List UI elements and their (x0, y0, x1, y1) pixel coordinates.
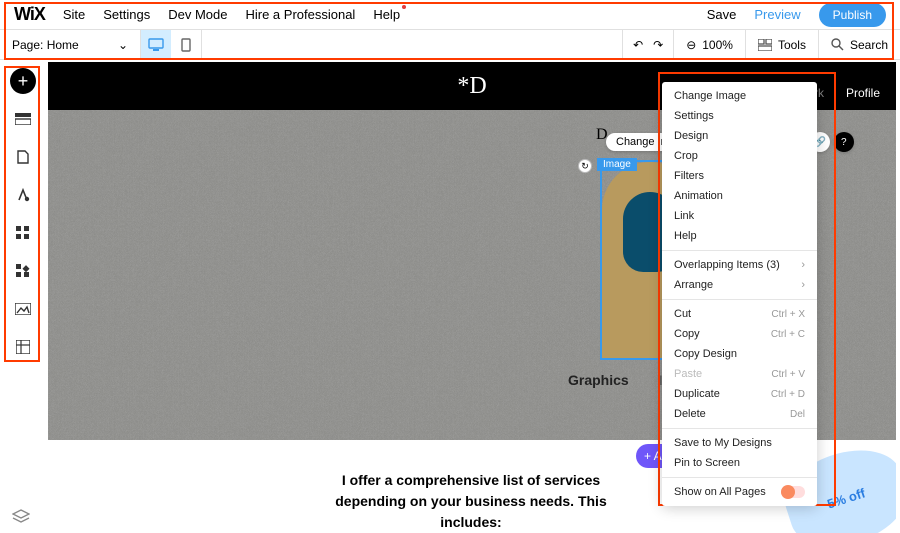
pages-button[interactable] (10, 144, 36, 170)
search-icon (831, 38, 844, 51)
editor-canvas[interactable]: *D Home Work Profile D Change Im ⚙ ✎ ⧉ ◧… (48, 62, 896, 533)
ctx-arrange[interactable]: Arrange› (662, 275, 817, 295)
design-button[interactable] (10, 182, 36, 208)
help-pill[interactable]: ? (834, 132, 854, 152)
ctx-save-designs[interactable]: Save to My Designs (662, 433, 817, 453)
ctx-help[interactable]: Help (662, 226, 817, 246)
ctx-duplicate[interactable]: DuplicateCtrl + D (662, 384, 817, 404)
preview-button[interactable]: Preview (754, 7, 800, 22)
publish-button[interactable]: Publish (819, 3, 886, 27)
apps-button[interactable] (10, 220, 36, 246)
ctx-copy-design[interactable]: Copy Design (662, 344, 817, 364)
chevron-down-icon: ⌄ (118, 38, 128, 52)
selection-type-badge: Image (597, 158, 637, 171)
tools-label: Tools (778, 38, 806, 52)
menu-help[interactable]: Help (373, 7, 400, 22)
menu-settings[interactable]: Settings (103, 7, 150, 22)
save-button[interactable]: Save (707, 7, 737, 22)
wix-logo: WiX (14, 4, 45, 25)
ctx-cut[interactable]: CutCtrl + X (662, 304, 817, 324)
tools-button[interactable]: Tools (745, 30, 818, 59)
app-subbar: Page: Home ⌄ ↶ ↷ ⊖ 100% Tools Search (0, 30, 900, 60)
my-business-button[interactable] (10, 258, 36, 284)
ctx-crop[interactable]: Crop (662, 146, 817, 166)
mobile-icon (181, 38, 191, 52)
services-line: I offer a comprehensive list of services (342, 472, 600, 488)
search-button[interactable]: Search (818, 30, 900, 59)
ctx-change-image[interactable]: Change Image (662, 86, 817, 106)
ctx-animation[interactable]: Animation (662, 186, 817, 206)
ctx-filters[interactable]: Filters (662, 166, 817, 186)
zoom-out-icon: ⊖ (686, 38, 696, 52)
chevron-right-icon: › (801, 259, 805, 271)
menu-hire[interactable]: Hire a Professional (245, 7, 355, 22)
ctx-overlapping[interactable]: Overlapping Items (3)› (662, 255, 817, 275)
device-switcher (140, 30, 202, 59)
redo-button[interactable]: ↷ (653, 38, 663, 52)
left-tool-rail: + (8, 68, 38, 360)
services-line: includes: (440, 514, 501, 530)
mobile-view-button[interactable] (171, 30, 201, 59)
zoom-value: 100% (702, 38, 733, 52)
desktop-icon (148, 38, 164, 52)
ctx-paste: PasteCtrl + V (662, 364, 817, 384)
services-text: I offer a comprehensive list of services… (296, 470, 646, 533)
ctx-design[interactable]: Design (662, 126, 817, 146)
site-brand: *D (457, 73, 486, 100)
ctx-link[interactable]: Link (662, 206, 817, 226)
caption-graphics: Graphics (568, 372, 629, 388)
content-manager-button[interactable] (10, 334, 36, 360)
tools-icon (758, 39, 772, 51)
add-element-button[interactable]: + (10, 68, 36, 94)
sections-button[interactable] (10, 106, 36, 132)
undo-button[interactable]: ↶ (633, 38, 643, 52)
history-controls: ↶ ↷ (622, 30, 673, 59)
rotate-handle[interactable]: ↻ (578, 159, 592, 173)
ctx-pin[interactable]: Pin to Screen (662, 453, 817, 473)
menu-devmode[interactable]: Dev Mode (168, 7, 227, 22)
page-selector-label: Page: Home (12, 38, 79, 52)
services-line: depending on your business needs. This (335, 493, 606, 509)
show-all-toggle[interactable] (781, 486, 805, 498)
media-button[interactable] (10, 296, 36, 322)
ctx-copy[interactable]: CopyCtrl + C (662, 324, 817, 344)
menu-site[interactable]: Site (63, 7, 85, 22)
layers-button[interactable] (12, 509, 30, 525)
zoom-control[interactable]: ⊖ 100% (673, 30, 745, 59)
nav-profile[interactable]: Profile (846, 86, 880, 100)
context-menu: Change Image Settings Design Crop Filter… (662, 82, 817, 506)
page-selector[interactable]: Page: Home ⌄ (0, 30, 140, 59)
app-menubar: WiX Site Settings Dev Mode Hire a Profes… (0, 0, 900, 30)
desktop-view-button[interactable] (141, 30, 171, 59)
ctx-settings[interactable]: Settings (662, 106, 817, 126)
ctx-delete[interactable]: DeleteDel (662, 404, 817, 424)
chevron-right-icon: › (801, 279, 805, 291)
ctx-show-all[interactable]: Show on All Pages (662, 482, 817, 502)
search-label: Search (850, 38, 888, 52)
